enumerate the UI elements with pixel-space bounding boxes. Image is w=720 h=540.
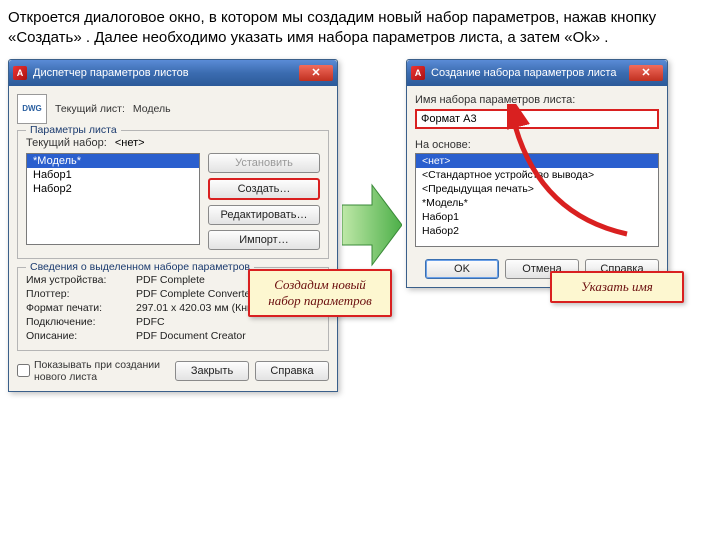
close-button[interactable]: Закрыть — [175, 361, 249, 381]
device-label: Имя устройства: — [26, 274, 136, 286]
desc-label: Описание: — [26, 330, 136, 342]
close-icon[interactable]: ✕ — [299, 65, 333, 81]
callout-note-create: Создадим новый набор параметров — [248, 269, 392, 317]
set-button[interactable]: Установить — [208, 153, 320, 173]
dlg2-title: Создание набора параметров листа — [431, 67, 629, 79]
list-item[interactable]: Набор2 — [27, 182, 199, 196]
list-item[interactable]: *Модель* — [27, 154, 199, 168]
new-page-setup-dialog: Создание набора параметров листа ✕ Имя н… — [406, 59, 668, 288]
dwg-icon: DWG — [17, 94, 47, 124]
plotter-label: Плоттер: — [26, 288, 136, 300]
import-button[interactable]: Импорт… — [208, 230, 320, 250]
conn-label: Подключение: — [26, 316, 136, 328]
app-icon — [411, 66, 425, 80]
callout-arrow-icon — [507, 104, 647, 244]
current-sheet-value: Модель — [133, 103, 171, 115]
close-icon[interactable]: ✕ — [629, 65, 663, 81]
page-setup-manager-dialog: Диспетчер параметров листов ✕ DWG Текущи… — [8, 59, 338, 392]
page-setup-list[interactable]: *Модель* Набор1 Набор2 — [26, 153, 200, 245]
new-button[interactable]: Создать… — [208, 178, 320, 200]
desc-value: PDF Document Creator — [136, 330, 320, 342]
checkbox-input[interactable] — [17, 364, 30, 377]
help-button[interactable]: Справка — [255, 361, 329, 381]
instruction-text: Откроется диалоговое окно, в котором мы … — [8, 8, 712, 49]
stage: Диспетчер параметров листов ✕ DWG Текущи… — [8, 59, 712, 392]
dlg1-title: Диспетчер параметров листов — [33, 67, 299, 79]
group-details-label: Сведения о выделенном наборе параметров — [26, 261, 254, 273]
conn-value: PDFC — [136, 316, 320, 328]
group-page-setups-label: Параметры листа — [26, 124, 121, 136]
current-set-label: Текущий набор: — [26, 137, 107, 149]
checkbox-label: Показывать при создании нового листа — [34, 359, 169, 383]
callout-note-name: Указать имя — [550, 271, 684, 303]
current-sheet-label: Текущий лист: — [55, 103, 125, 115]
group-page-setups: Параметры листа Текущий набор: <нет> *Мо… — [17, 130, 329, 259]
titlebar-dlg1: Диспетчер параметров листов ✕ — [9, 60, 337, 86]
ok-button[interactable]: OK — [425, 259, 499, 279]
format-label: Формат печати: — [26, 302, 136, 314]
current-set-value: <нет> — [115, 137, 145, 149]
list-item[interactable]: Набор1 — [27, 168, 199, 182]
app-icon — [13, 66, 27, 80]
edit-button[interactable]: Редактировать… — [208, 205, 320, 225]
titlebar-dlg2: Создание набора параметров листа ✕ — [407, 60, 667, 86]
current-sheet-row: DWG Текущий лист: Модель — [17, 94, 329, 124]
show-on-new-sheet-checkbox[interactable]: Показывать при создании нового листа — [17, 359, 169, 383]
